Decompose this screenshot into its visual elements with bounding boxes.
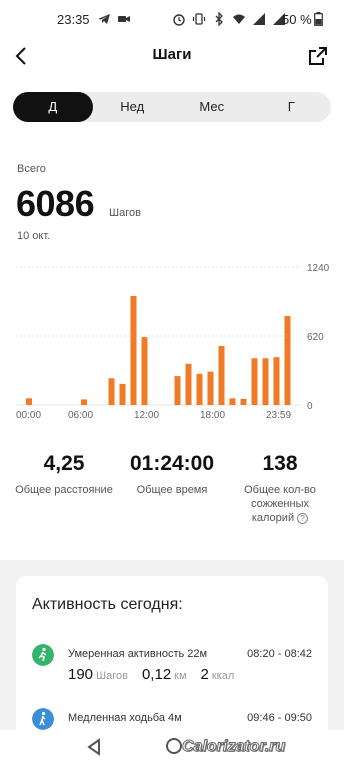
y-tick-label: 620	[307, 332, 324, 343]
chart-bar[interactable]	[130, 295, 137, 405]
distance-value: 4,25	[43, 452, 85, 475]
y-tick-label: 0	[307, 401, 313, 412]
x-tick-label: 12:00	[134, 410, 159, 421]
activity-steps: 190	[68, 666, 94, 683]
chart-bar[interactable]	[174, 376, 181, 405]
activity-title: Активность сегодня:	[32, 596, 183, 613]
chart-bar[interactable]	[185, 363, 192, 405]
distance-label: Общее расстояние	[15, 484, 113, 496]
chart-bar[interactable]	[262, 358, 269, 405]
chart-bar[interactable]	[196, 373, 203, 405]
alarm-icon	[173, 14, 185, 26]
wifi-icon	[233, 14, 245, 24]
steps-bar-chart: 1240 620 0 00:00 06:00 12:00 18:00 23:59	[16, 263, 330, 421]
system-nav-bar: Calorizator.ru	[0, 730, 344, 768]
time-value: 01:24:00	[129, 452, 215, 475]
calories-value: 138	[262, 452, 298, 475]
period-tabs: Д Нед Мес Г	[13, 92, 331, 122]
tab-week[interactable]: Нед	[93, 92, 173, 122]
activity-stats: 190 Шагов 0,12 км 2 ккал	[68, 666, 234, 684]
chart-bar[interactable]	[284, 315, 291, 405]
chart-bar[interactable]	[26, 398, 32, 405]
stat-calories: 138 Общее кол-во сожженных калорий ?	[234, 452, 326, 525]
page-title: Шаги	[152, 46, 192, 63]
nav-home-icon[interactable]	[166, 738, 182, 754]
activity-time: 08:20 - 08:42	[247, 648, 312, 660]
chart-bar[interactable]	[273, 357, 280, 405]
x-tick-label: 18:00	[200, 410, 225, 421]
activity-time: 09:46 - 09:50	[247, 712, 312, 724]
activity-card: Активность сегодня: Умеренная активность…	[16, 576, 328, 736]
chart-bar[interactable]	[218, 346, 225, 405]
vibrate-icon	[192, 13, 206, 25]
activity-name: Умеренная активность 22м	[68, 648, 208, 660]
total-steps-value: 6086	[16, 183, 95, 224]
date-label: 10 окт.	[17, 230, 51, 242]
watermark: Calorizator.ru	[181, 738, 286, 756]
tab-year[interactable]: Г	[252, 92, 332, 122]
status-time: 23:35	[57, 12, 90, 27]
chart-bar[interactable]	[141, 337, 148, 405]
battery-icon	[314, 12, 323, 26]
running-person-icon	[32, 644, 54, 666]
nav-back-icon[interactable]	[85, 738, 103, 756]
status-bar: 23:35 50 %	[0, 0, 344, 36]
time-label: Общее время	[136, 484, 208, 496]
activity-steps-unit: Шагов	[96, 670, 128, 682]
walking-person-icon	[32, 708, 54, 730]
tab-day[interactable]: Д	[13, 92, 93, 122]
video-camera-icon	[118, 16, 130, 22]
activity-kcal-unit: ккал	[211, 670, 235, 682]
stat-distance: 4,25 Общее расстояние	[4, 452, 124, 497]
chart-bar[interactable]	[81, 399, 87, 405]
total-label: Всего	[17, 163, 46, 175]
chart-bar[interactable]	[207, 371, 214, 405]
activity-name: Медленная ходьба 4м	[68, 712, 182, 724]
total-steps-unit: Шагов	[109, 207, 141, 219]
export-icon[interactable]	[306, 44, 330, 68]
tab-month[interactable]: Мес	[172, 92, 252, 122]
chart-bar[interactable]	[251, 358, 258, 405]
activity-kcal: 2	[200, 666, 209, 683]
chart-bar[interactable]	[108, 378, 115, 405]
app-header: Шаги	[0, 38, 344, 74]
telegram-icon	[98, 14, 110, 24]
x-tick-label: 23:59	[266, 410, 291, 421]
chart-bar[interactable]	[240, 398, 247, 405]
activity-km: 0,12	[141, 666, 172, 683]
bluetooth-icon	[215, 12, 223, 26]
x-tick-label: 06:00	[68, 410, 93, 421]
activity-km-unit: км	[174, 670, 187, 682]
x-tick-label: 00:00	[16, 410, 41, 421]
y-tick-label: 1240	[307, 263, 330, 274]
battery-percent: 50 %	[282, 12, 312, 27]
chart-bar[interactable]	[119, 383, 126, 405]
signal-icon	[253, 13, 265, 25]
chart-bar[interactable]	[229, 398, 236, 405]
help-icon[interactable]: ?	[297, 512, 309, 524]
stat-time: 01:24:00 Общее время	[112, 452, 232, 497]
